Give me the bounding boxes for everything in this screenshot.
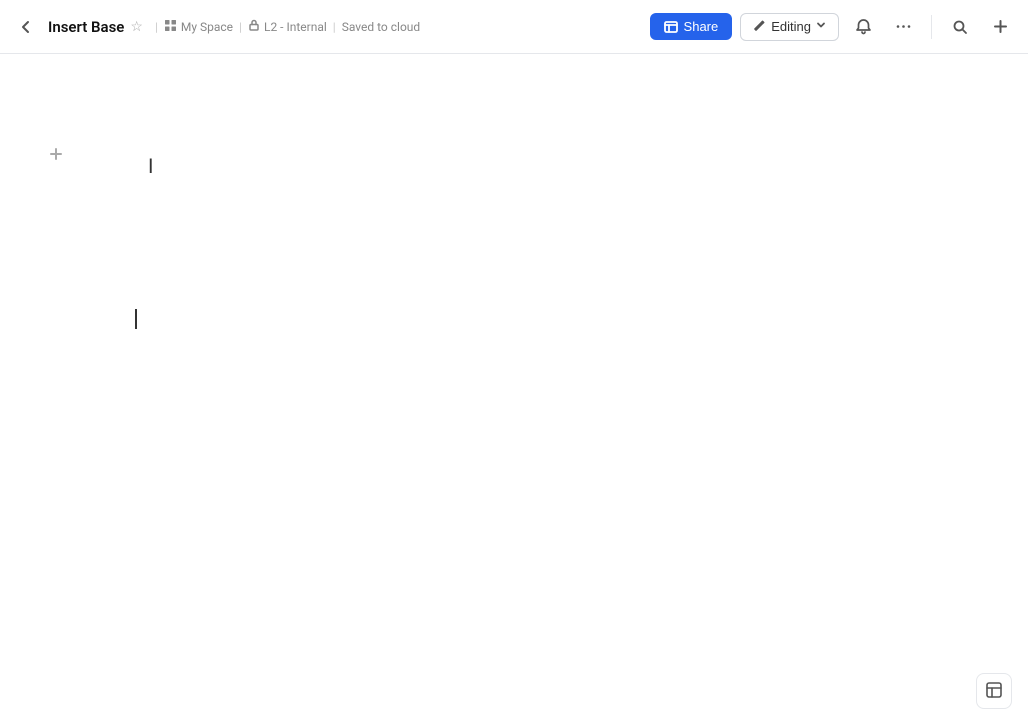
saved-status: Saved to cloud [342,20,420,34]
add-block-button[interactable] [44,142,68,166]
main-content: I [0,54,1028,725]
doc-title: Insert Base [48,18,124,36]
breadcrumb-sep-2: | [239,20,242,34]
chevron-down-icon [816,20,826,33]
search-button[interactable] [944,11,976,43]
editing-label: Editing [771,19,811,34]
doc-title-area: Insert Base ☆ [48,18,143,36]
more-button[interactable] [887,11,919,43]
my-space-icon [164,19,177,35]
bell-button[interactable] [847,11,879,43]
header-divider [931,15,932,39]
header-right: Share Editing [650,11,1016,43]
editor-area[interactable]: I [0,54,1028,725]
panel-toggle-button[interactable] [976,673,1012,709]
editing-button[interactable]: Editing [740,13,839,41]
l2-internal-label: L2 - Internal [264,20,327,34]
breadcrumb-sep-1: | [155,20,158,34]
star-icon[interactable]: ☆ [130,19,143,35]
breadcrumb-l2-internal[interactable]: L2 - Internal [248,19,327,34]
my-space-label: My Space [181,20,233,34]
header: Insert Base ☆ | My Space | [0,0,1028,54]
pencil-icon [753,19,766,35]
breadcrumb-sep-3: | [333,20,336,34]
breadcrumb-area: | My Space | [155,19,420,35]
breadcrumb-my-space[interactable]: My Space [164,19,233,35]
back-button[interactable] [12,13,40,41]
share-button[interactable]: Share [650,13,733,40]
text-insertion-cursor [135,309,137,329]
header-left: Insert Base ☆ | My Space | [12,13,650,41]
add-page-button[interactable] [984,11,1016,43]
text-cursor-beam: I [148,154,153,178]
lock-icon [248,19,260,34]
share-label: Share [684,19,719,34]
panel-layout-icon [985,681,1003,702]
